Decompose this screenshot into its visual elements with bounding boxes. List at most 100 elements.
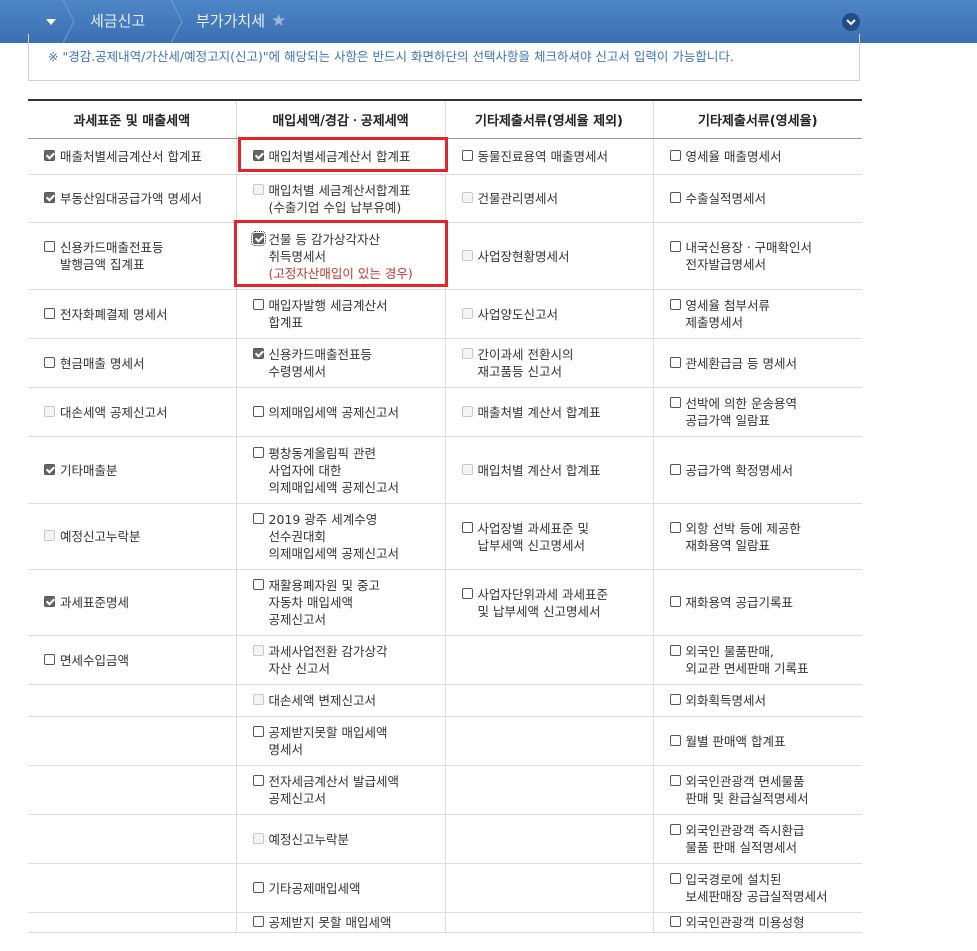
notice-text: ※ "경감.공제내역/가산세/예정고지(신고)"에 해당되는 사항은 반드시 화… — [48, 49, 734, 64]
checkbox-item[interactable]: 외국인 물품판매, 외교관 면세판매 기록표 — [669, 643, 863, 677]
checkbox-item[interactable]: 건물 등 감가상각자산 취득명세서 (고정자산매입이 있는 경우) — [250, 230, 445, 282]
checkbox[interactable] — [669, 241, 681, 252]
checkbox[interactable] — [669, 299, 681, 310]
checkbox-item[interactable]: 매입처별세금계산서 합계표 — [252, 148, 445, 165]
checkbox[interactable] — [44, 150, 55, 161]
table-cell — [28, 863, 237, 913]
checkbox-item[interactable]: 월별 판매액 합계표 — [669, 733, 863, 750]
checkbox-item[interactable]: 평창동계올림픽 관련 사업자에 대한 의제매입세액 공제신고서 — [252, 445, 445, 496]
checkbox-item[interactable]: 과세표준명세 — [44, 594, 236, 611]
favorite-star-icon[interactable]: ★ — [271, 11, 286, 31]
checkbox-item[interactable]: 현금매출 명세서 — [44, 355, 236, 372]
table-cell: 예정신고누락분 — [28, 503, 237, 570]
checkbox-item[interactable]: 면세수입금액 — [44, 652, 236, 669]
checkbox[interactable] — [669, 775, 681, 786]
checkbox[interactable] — [252, 726, 264, 737]
checkbox[interactable] — [44, 307, 55, 319]
checkbox-label: 기타공제매입세액 — [268, 880, 361, 896]
table-cell: 과세사업전환 감가상각 자산 신고서 — [236, 635, 446, 685]
table-cell: 의제매입세액 공제신고서 — [236, 387, 446, 437]
checkbox-item[interactable]: 영세율 첨부서류 제출명세서 — [669, 297, 863, 331]
checkbox-item[interactable]: 외항 선박 등에 제공한 재화용역 일람표 — [669, 520, 863, 554]
checkbox[interactable] — [252, 579, 264, 590]
table-cell: 사업자단위과세 과세표준 및 납부세액 신고명세서 — [445, 569, 654, 636]
checkbox-item[interactable]: 사업장별 과세표준 및 납부세액 신고명세서 — [461, 520, 653, 554]
table-cell: 월별 판매액 합계표 — [653, 716, 863, 766]
checkbox[interactable] — [44, 653, 55, 665]
table-cell: 간이과세 전환시의 재고품등 신고서 — [445, 338, 654, 388]
checkbox-item[interactable]: 공제받지못할 매입세액 명세서 — [252, 724, 445, 758]
checkbox-item[interactable]: 재화용역 공급기록표 — [669, 594, 863, 611]
checkbox[interactable] — [461, 150, 473, 161]
checkbox[interactable] — [252, 299, 264, 310]
checkbox-item[interactable]: 매출처별세금계산서 합계표 — [44, 148, 236, 165]
checkbox[interactable] — [669, 150, 681, 161]
checkbox-item[interactable]: 공제받지 못할 매입세액 — [252, 914, 445, 931]
checkbox-label: 사업장현황명세서 — [477, 248, 570, 264]
checkbox-label: 관세환급금 등 명세서 — [685, 355, 797, 371]
checkbox[interactable] — [669, 694, 681, 705]
checkbox[interactable] — [252, 446, 264, 458]
checkbox[interactable] — [669, 916, 681, 927]
checkbox-item: 과세사업전환 감가상각 자산 신고서 — [252, 643, 445, 677]
checkbox-item[interactable]: 신용카드매출전표등 수령명세서 — [252, 346, 445, 380]
table-cell: 2019 광주 세계수영 선수권대회 의제매입세액 공제신고서 — [236, 503, 446, 570]
checkbox[interactable] — [669, 596, 681, 607]
checkbox-item[interactable]: 기타공제매입세액 — [252, 880, 445, 897]
checkbox-item[interactable]: 내국신용장ㆍ구매확인서 전자발급명세서 — [669, 239, 863, 273]
checkbox[interactable] — [252, 775, 264, 786]
checkbox-item[interactable]: 매입자발행 세금계산서 합계표 — [252, 297, 445, 331]
checkbox[interactable] — [461, 587, 473, 599]
checkbox-item[interactable]: 입국경로에 설치된 보세판매장 공급실적명세서 — [669, 871, 863, 905]
checkbox[interactable] — [669, 463, 681, 475]
checkbox[interactable] — [252, 916, 264, 927]
checkbox[interactable] — [669, 645, 681, 656]
checkbox[interactable] — [669, 873, 681, 884]
checkbox-item[interactable]: 재활용폐자원 및 중고 자동차 매입세액 공제신고서 — [252, 577, 445, 628]
checkbox[interactable] — [669, 397, 681, 408]
checkbox-item[interactable]: 외국인관광객 즉시환급 물품 판매 실적명세서 — [669, 822, 863, 856]
checkbox-item[interactable]: 전자화폐결제 명세서 — [44, 306, 236, 323]
checkbox[interactable] — [252, 150, 264, 161]
checkbox[interactable] — [669, 521, 681, 533]
checkbox[interactable] — [44, 356, 55, 368]
checkbox-item[interactable]: 외국인관광객 면세물품 판매 및 환급실적명세서 — [669, 773, 863, 807]
checkbox-item[interactable]: 영세율 매출명세서 — [669, 148, 863, 165]
table-cell — [28, 716, 237, 766]
checkbox-label: 공제받지못할 매입세액 명세서 — [268, 725, 388, 757]
checkbox[interactable] — [669, 824, 681, 835]
checkbox[interactable] — [669, 734, 681, 746]
checkbox-item[interactable]: 선박에 의한 운송용역 공급가액 일람표 — [669, 395, 863, 429]
checkbox[interactable] — [669, 192, 681, 203]
checkbox[interactable] — [44, 596, 55, 607]
checkbox[interactable] — [252, 881, 264, 893]
checkbox[interactable] — [669, 356, 681, 368]
checkbox-item[interactable]: 신용카드매출전표등 발행금액 집계표 — [44, 239, 236, 273]
checkbox-item[interactable]: 전자세금계산서 발급세액 공제신고서 — [252, 773, 445, 807]
checkbox-item[interactable]: 공급가액 확정명세서 — [669, 462, 863, 479]
checkbox[interactable] — [252, 348, 264, 359]
checkbox[interactable] — [252, 405, 264, 417]
checkbox[interactable] — [461, 521, 473, 533]
checkbox-item[interactable]: 부동산임대공급가액 명세서 — [44, 190, 236, 207]
checkbox-item[interactable]: 관세환급금 등 명세서 — [669, 355, 863, 372]
checkbox[interactable] — [250, 230, 266, 246]
checkbox-item[interactable]: 외국인관광객 미용성형 — [669, 914, 863, 931]
checkbox-item[interactable]: 동물진료용역 매출명세서 — [461, 148, 653, 165]
table-cell — [28, 814, 237, 864]
checkbox-item[interactable]: 기타매출분 — [44, 462, 236, 479]
collapse-toggle-button[interactable] — [842, 13, 860, 31]
checkbox-label: 간이과세 전환시의 재고품등 신고서 — [477, 347, 574, 379]
checkbox[interactable] — [44, 463, 55, 475]
checkbox[interactable] — [44, 241, 55, 252]
checkbox-item[interactable]: 의제매입세액 공제신고서 — [252, 404, 445, 421]
checkbox-item[interactable]: 수출실적명세서 — [669, 190, 863, 207]
checkbox[interactable] — [252, 513, 264, 524]
checkbox[interactable] — [44, 192, 55, 203]
checkbox-item[interactable]: 외화획득명세서 — [669, 692, 863, 709]
checkbox-item[interactable]: 사업자단위과세 과세표준 및 납부세액 신고명세서 — [461, 586, 653, 620]
table-cell: 내국신용장ㆍ구매확인서 전자발급명세서 — [653, 222, 863, 290]
table-cell — [28, 912, 237, 933]
checkbox-label: 공제받지 못할 매입세액 — [268, 915, 392, 930]
checkbox-item[interactable]: 2019 광주 세계수영 선수권대회 의제매입세액 공제신고서 — [252, 511, 445, 562]
